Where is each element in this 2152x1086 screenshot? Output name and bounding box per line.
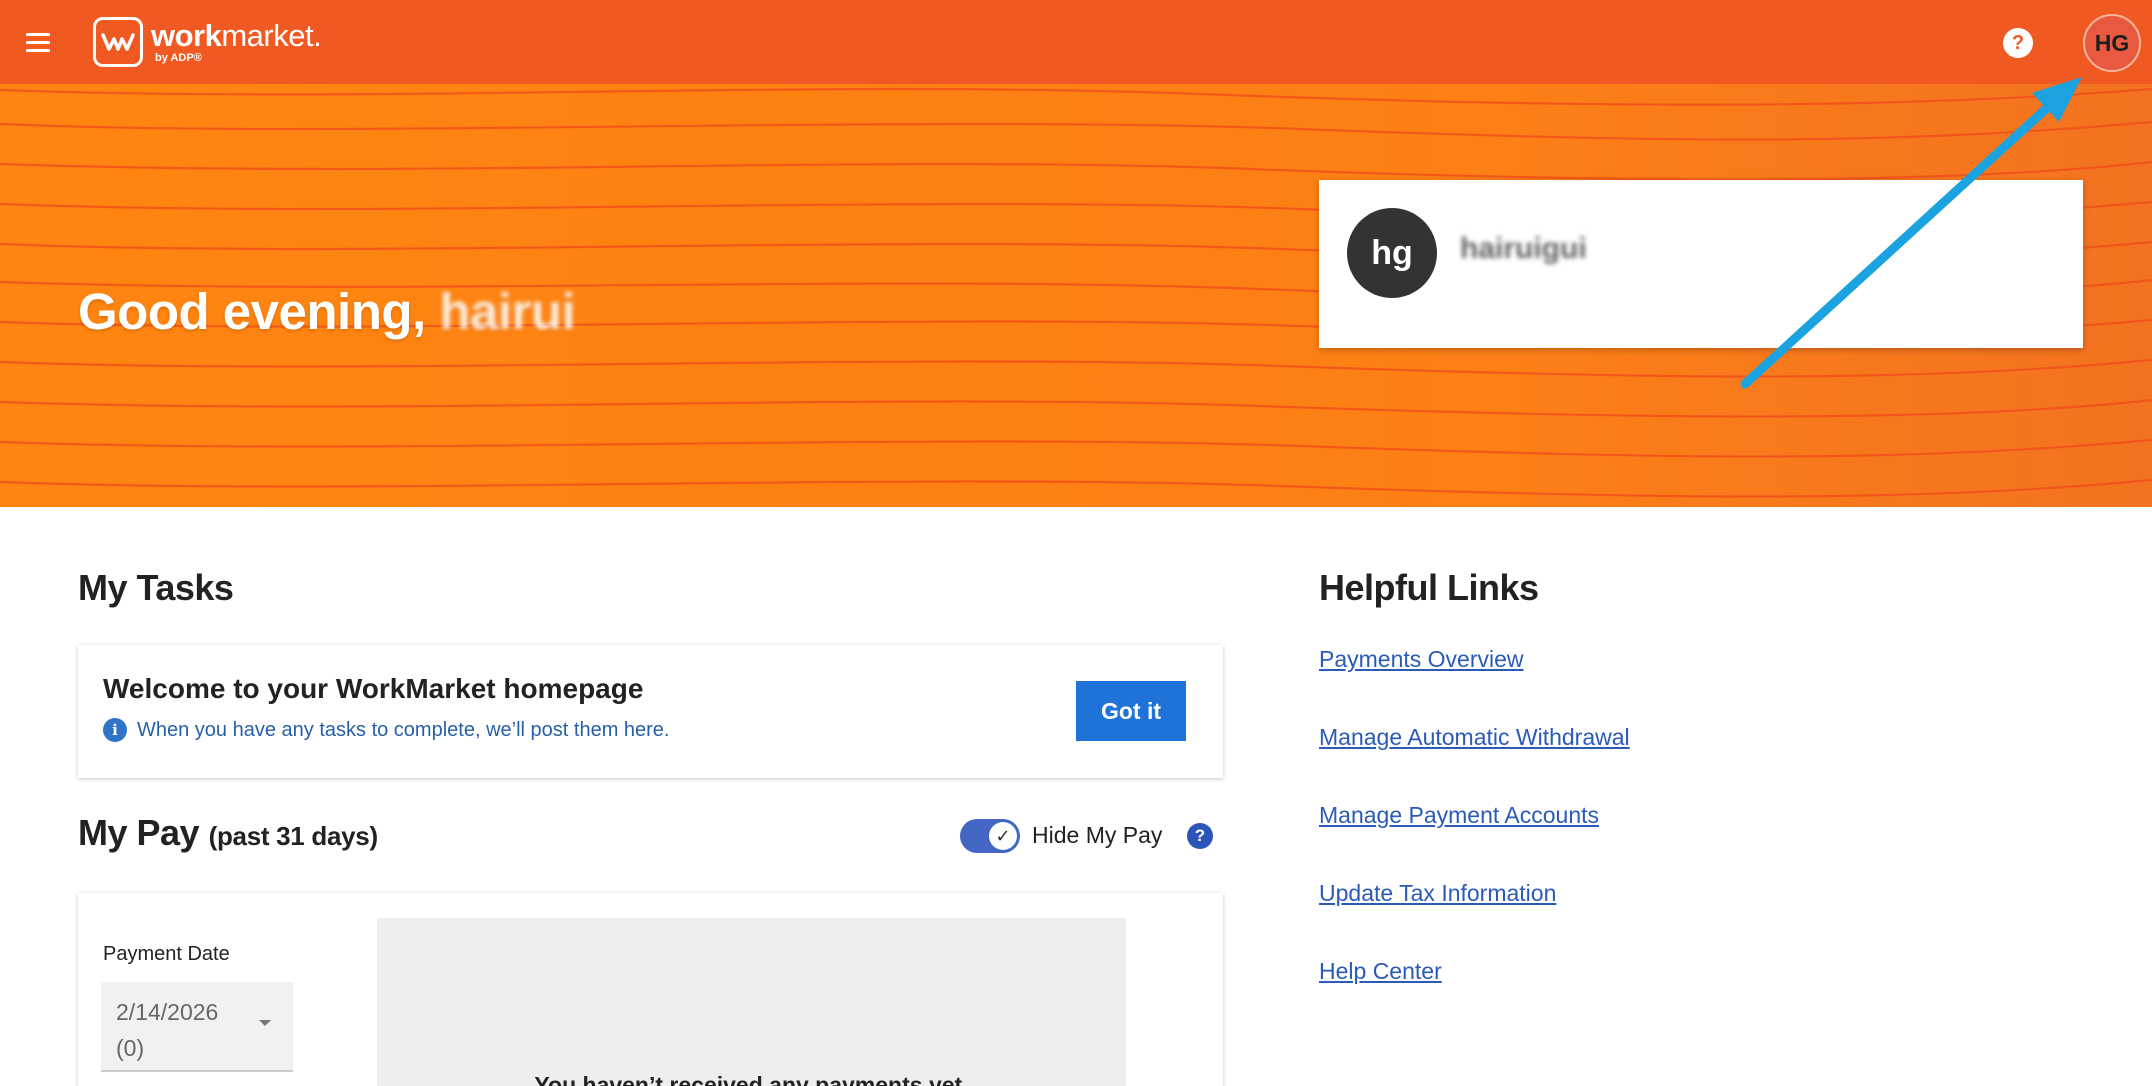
tasks-welcome-title: Welcome to your WorkMarket homepage	[103, 673, 644, 704]
helpful-links-heading: Helpful Links	[1319, 567, 1539, 608]
logo-tm: .	[313, 18, 322, 53]
hero-banner: Good evening, hairui hg hairuigui	[0, 84, 2152, 507]
payment-date-label: Payment Date	[103, 943, 230, 965]
hide-my-pay-toggle[interactable]: ✓	[960, 819, 1020, 853]
tasks-info-message: i When you have any tasks to complete, w…	[103, 718, 670, 742]
tasks-info-text: When you have any tasks to complete, we’…	[137, 718, 670, 741]
top-navigation-bar: workmarket. by ADP® ? HG	[0, 0, 2152, 84]
link-update-tax-information[interactable]: Update Tax Information	[1319, 880, 1556, 907]
greeting-user-name: hairui	[439, 283, 576, 340]
toggle-check-icon: ✓	[989, 822, 1017, 850]
logo-mark-icon	[93, 17, 143, 67]
hamburger-menu-icon[interactable]	[22, 28, 54, 56]
link-manage-payment-accounts[interactable]: Manage Payment Accounts	[1319, 802, 1599, 829]
my-pay-subtitle: (past 31 days)	[208, 821, 379, 851]
profile-name-text: hairuigui	[1460, 232, 1587, 265]
logo-word-bold: work	[151, 18, 222, 53]
link-payments-overview[interactable]: Payments Overview	[1319, 646, 1524, 673]
greeting-prefix: Good evening,	[78, 283, 440, 340]
user-avatar-button[interactable]: HG	[2083, 14, 2141, 72]
info-icon: i	[103, 718, 127, 742]
tasks-welcome-card: Welcome to your WorkMarket homepage i Wh…	[78, 645, 1223, 778]
link-help-center[interactable]: Help Center	[1319, 958, 1442, 985]
my-pay-title: My Pay	[78, 812, 200, 853]
pay-card: Payment Date 2/14/2026 (0) You haven’t r…	[78, 893, 1223, 1086]
payment-date-value: 2/14/2026 (0)	[116, 994, 218, 1066]
link-manage-automatic-withdrawal[interactable]: Manage Automatic Withdrawal	[1319, 724, 1630, 751]
help-icon[interactable]: ?	[2003, 28, 2033, 58]
hide-my-pay-label: Hide My Pay	[1032, 822, 1163, 848]
payments-empty-message: You haven’t received any payments yet.	[534, 1072, 969, 1086]
payment-date-select[interactable]: 2/14/2026 (0)	[101, 982, 293, 1072]
logo-subtitle: by ADP®	[155, 52, 202, 64]
profile-card[interactable]: hg hairuigui	[1319, 180, 2083, 348]
chevron-down-icon	[259, 1020, 271, 1026]
my-tasks-heading: My Tasks	[78, 567, 234, 608]
payments-empty-state: You haven’t received any payments yet.	[377, 918, 1126, 1086]
greeting-heading: Good evening, hairui	[78, 282, 576, 341]
got-it-button[interactable]: Got it	[1076, 681, 1186, 741]
my-pay-help-icon[interactable]: ?	[1187, 823, 1213, 849]
profile-avatar: hg	[1347, 208, 1437, 298]
logo-word-light: market	[221, 18, 314, 53]
my-pay-heading: My Pay (past 31 days)	[78, 812, 378, 854]
payment-date-value-count: (0)	[116, 1035, 145, 1061]
workmarket-logo[interactable]: workmarket. by ADP®	[93, 16, 322, 68]
profile-name: hairuigui	[1460, 232, 1587, 266]
payment-date-value-date: 2/14/2026	[116, 999, 219, 1025]
